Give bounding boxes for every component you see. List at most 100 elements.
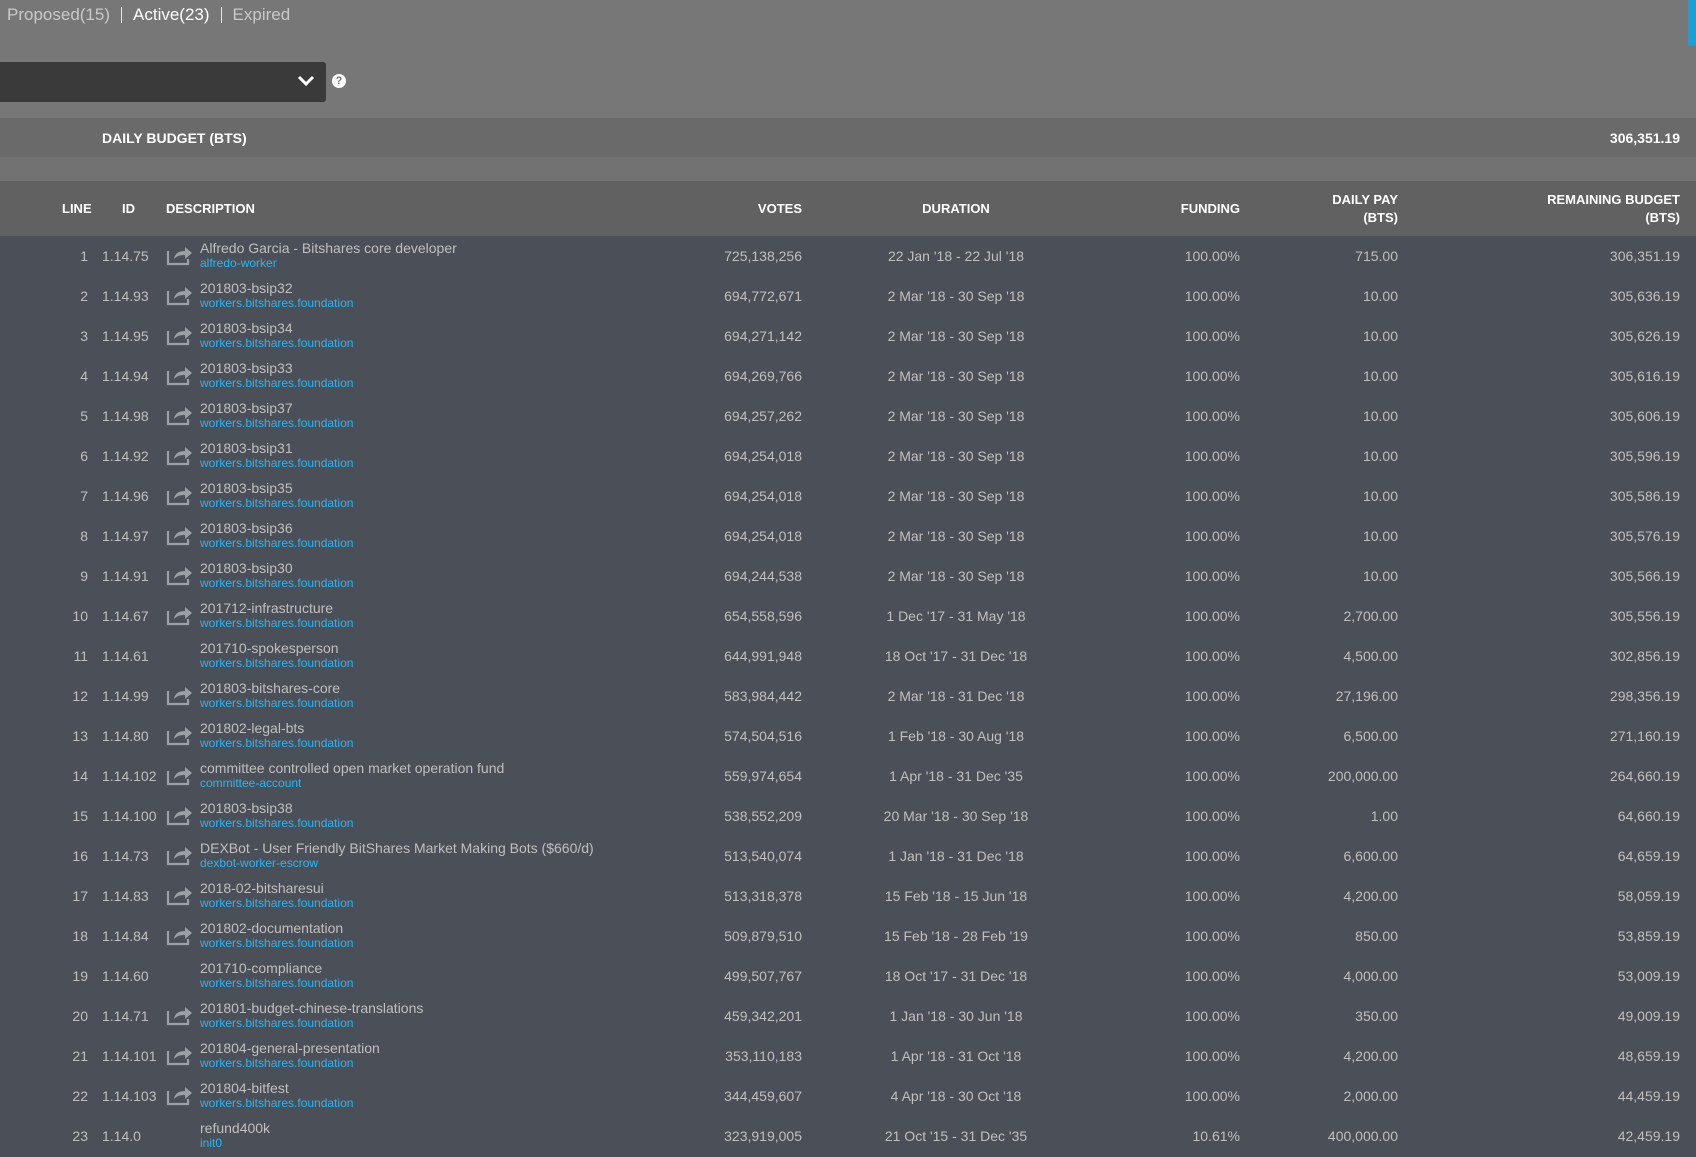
- worker-owner-link[interactable]: workers.bitshares.foundation: [200, 736, 353, 750]
- share-icon[interactable]: [166, 524, 194, 546]
- share-icon[interactable]: [166, 564, 194, 586]
- row-description: 201803-bsip31 workers.bitshares.foundatio…: [200, 440, 353, 470]
- tab-separator: [121, 7, 123, 23]
- share-icon[interactable]: [166, 884, 194, 906]
- share-icon[interactable]: [166, 284, 194, 306]
- row-duration: 2 Mar '18 - 31 Dec '18: [887, 688, 1025, 704]
- worker-owner-link[interactable]: workers.bitshares.foundation: [200, 576, 353, 590]
- worker-owner-link[interactable]: workers.bitshares.foundation: [200, 296, 353, 310]
- row-duration: 1 Apr '18 - 31 Oct '18: [890, 1048, 1022, 1064]
- share-icon[interactable]: [166, 844, 194, 866]
- row-funding: 100.00%: [1184, 728, 1240, 744]
- worker-owner-link[interactable]: workers.bitshares.foundation: [200, 936, 353, 950]
- worker-owner-link[interactable]: workers.bitshares.foundation: [200, 896, 353, 910]
- row-daily-pay: 10.00: [1362, 488, 1398, 504]
- worker-owner-link[interactable]: init0: [200, 1136, 270, 1150]
- row-remaining-budget: 305,606.19: [1609, 408, 1680, 424]
- tab-active[interactable]: Active(23): [133, 5, 210, 25]
- row-worker-id: 1.14.67: [102, 608, 149, 624]
- column-header-line[interactable]: LINE: [62, 200, 92, 218]
- worker-owner-link[interactable]: workers.bitshares.foundation: [200, 616, 353, 630]
- share-icon[interactable]: [166, 244, 194, 266]
- share-icon[interactable]: [166, 444, 194, 466]
- worker-owner-link[interactable]: workers.bitshares.foundation: [200, 496, 353, 510]
- worker-owner-link[interactable]: workers.bitshares.foundation: [200, 1016, 423, 1030]
- worker-owner-link[interactable]: dexbot-worker-escrow: [200, 856, 594, 870]
- worker-owner-link[interactable]: committee-account: [200, 776, 504, 790]
- row-worker-id: 1.14.84: [102, 928, 149, 944]
- share-icon[interactable]: [166, 484, 194, 506]
- worker-owner-link[interactable]: workers.bitshares.foundation: [200, 536, 353, 550]
- tab-expired[interactable]: Expired: [233, 5, 291, 25]
- row-description: DEXBot - User Friendly BitShares Market …: [200, 840, 594, 870]
- table-row: 21 1.14.101 201804-general-presentation wor…: [0, 1036, 1696, 1076]
- row-line-number: 2: [80, 288, 88, 304]
- row-line-number: 6: [80, 448, 88, 464]
- row-daily-pay: 400,000.00: [1327, 1128, 1398, 1144]
- table-row: 2 1.14.93 201803-bsip32 workers.bitshares.f…: [0, 276, 1696, 316]
- column-header-daily-pay[interactable]: DAILY PAY (BTS): [1332, 191, 1398, 227]
- row-daily-pay: 10.00: [1362, 288, 1398, 304]
- column-header-remaining-budget[interactable]: REMAINING BUDGET (BTS): [1547, 191, 1680, 227]
- row-description: 201803-bitshares-core workers.bitshares.f…: [200, 680, 353, 710]
- row-remaining-budget: 302,856.19: [1609, 648, 1680, 664]
- column-header-id[interactable]: ID: [122, 200, 135, 218]
- worker-owner-link[interactable]: workers.bitshares.foundation: [200, 416, 353, 430]
- share-icon[interactable]: [166, 364, 194, 386]
- row-duration: 2 Mar '18 - 30 Sep '18: [887, 448, 1025, 464]
- worker-owner-link[interactable]: workers.bitshares.foundation: [200, 336, 353, 350]
- share-icon[interactable]: [166, 924, 194, 946]
- row-remaining-budget: 305,566.19: [1609, 568, 1680, 584]
- row-worker-id: 1.14.73: [102, 848, 149, 864]
- table-row: 19 1.14.60 201710-compliance workers.bitsha…: [0, 956, 1696, 996]
- column-header-votes[interactable]: VOTES: [758, 200, 802, 218]
- row-remaining-budget: 305,586.19: [1609, 488, 1680, 504]
- row-remaining-budget: 305,616.19: [1609, 368, 1680, 384]
- column-header-description[interactable]: DESCRIPTION: [166, 200, 255, 218]
- worker-owner-link[interactable]: workers.bitshares.foundation: [200, 1096, 353, 1110]
- row-line-number: 11: [73, 648, 88, 664]
- share-icon[interactable]: [166, 1004, 194, 1026]
- worker-owner-link[interactable]: workers.bitshares.foundation: [200, 376, 353, 390]
- row-duration: 1 Jan '18 - 30 Jun '18: [889, 1008, 1023, 1024]
- share-icon[interactable]: [166, 724, 194, 746]
- table-row: 14 1.14.102 committee controlled open mark…: [0, 756, 1696, 796]
- column-header-duration[interactable]: DURATION: [856, 200, 1056, 218]
- share-icon[interactable]: [166, 804, 194, 826]
- share-icon[interactable]: [166, 1084, 194, 1106]
- row-funding: 100.00%: [1184, 328, 1240, 344]
- row-description: committee controlled open market operati…: [200, 760, 504, 790]
- tab-proposed[interactable]: Proposed(15): [7, 5, 110, 25]
- row-funding: 100.00%: [1184, 448, 1240, 464]
- accent-bar: [1688, 0, 1696, 46]
- worker-owner-link[interactable]: workers.bitshares.foundation: [200, 696, 353, 710]
- worker-owner-link[interactable]: workers.bitshares.foundation: [200, 456, 353, 470]
- row-remaining-budget: 49,009.19: [1617, 1008, 1680, 1024]
- share-icon[interactable]: [166, 684, 194, 706]
- row-line-number: 21: [72, 1048, 88, 1064]
- share-icon[interactable]: [166, 1044, 194, 1066]
- worker-owner-link[interactable]: workers.bitshares.foundation: [200, 656, 353, 670]
- filter-dropdown[interactable]: [0, 62, 326, 102]
- share-icon[interactable]: [166, 404, 194, 426]
- table-row: 7 1.14.96 201803-bsip35 workers.bitshares.f…: [0, 476, 1696, 516]
- worker-owner-link[interactable]: workers.bitshares.foundation: [200, 1056, 380, 1070]
- row-votes: 644,991,948: [724, 648, 802, 664]
- worker-owner-link[interactable]: workers.bitshares.foundation: [200, 816, 353, 830]
- help-icon[interactable]: ?: [332, 74, 346, 88]
- share-icon[interactable]: [166, 604, 194, 626]
- row-remaining-budget: 305,626.19: [1609, 328, 1680, 344]
- row-duration: 2 Mar '18 - 30 Sep '18: [887, 488, 1025, 504]
- row-line-number: 9: [80, 568, 88, 584]
- row-description: 201803-bsip38 workers.bitshares.foundatio…: [200, 800, 353, 830]
- share-icon[interactable]: [166, 764, 194, 786]
- row-description: 201804-bitfest workers.bitshares.foundati…: [200, 1080, 353, 1110]
- row-remaining-budget: 42,459.19: [1617, 1128, 1680, 1144]
- worker-owner-link[interactable]: workers.bitshares.foundation: [200, 976, 353, 990]
- share-icon[interactable]: [166, 324, 194, 346]
- column-header-daily-pay-label: DAILY PAY: [1332, 192, 1398, 207]
- row-remaining-budget: 305,576.19: [1609, 528, 1680, 544]
- table-row: 13 1.14.80 201802-legal-bts workers.bitshar…: [0, 716, 1696, 756]
- worker-owner-link[interactable]: alfredo-worker: [200, 256, 457, 270]
- column-header-funding[interactable]: FUNDING: [1181, 200, 1240, 218]
